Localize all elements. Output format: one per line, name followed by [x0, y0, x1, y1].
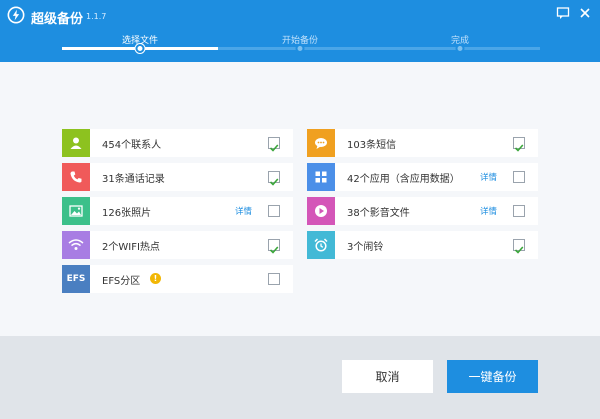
list-item-media[interactable]: 38个影音文件 详情	[307, 197, 538, 225]
one-click-backup-button[interactable]: 一键备份	[447, 360, 538, 393]
step-dot-select	[135, 44, 145, 53]
sms-icon	[307, 129, 335, 157]
cancel-button[interactable]: 取消	[342, 360, 433, 393]
item-label: 103条短信	[347, 140, 397, 151]
item-label: 3个闹铃	[347, 242, 384, 253]
item-label: 42个应用（含应用数据）	[347, 174, 460, 185]
details-link-apps[interactable]: 详情	[480, 171, 497, 183]
warning-icon[interactable]: !	[150, 273, 161, 284]
apps-icon	[307, 163, 335, 191]
media-icon	[307, 197, 335, 225]
list-item-alarm[interactable]: 3个闹铃	[307, 231, 538, 259]
app-logo-icon	[7, 6, 25, 24]
app-version: 1.1.7	[86, 12, 107, 21]
list-item-wifi[interactable]: 2个WIFI热点	[62, 231, 293, 259]
efs-icon: EFS	[62, 265, 90, 293]
details-link-photos[interactable]: 详情	[235, 205, 252, 217]
step-dot-start	[295, 44, 305, 53]
checkbox-efs[interactable]	[268, 273, 280, 285]
photo-icon	[62, 197, 90, 225]
details-link-media[interactable]: 详情	[480, 205, 497, 217]
list-item-apps[interactable]: 42个应用（含应用数据） 详情	[307, 163, 538, 191]
progress-track-remaining	[218, 47, 540, 50]
feedback-icon[interactable]	[556, 6, 570, 20]
list-item-photos[interactable]: 126张照片 详情	[62, 197, 293, 225]
checkbox-apps[interactable]	[513, 171, 525, 183]
checkbox-call-log[interactable]	[268, 171, 280, 186]
efs-icon-text: EFS	[66, 274, 86, 284]
checkbox-photos[interactable]	[268, 205, 280, 217]
list-item-sms[interactable]: 103条短信	[307, 129, 538, 157]
item-label: 38个影音文件	[347, 208, 410, 219]
list-item-call-log[interactable]: 31条通话记录	[62, 163, 293, 191]
item-label: 126张照片	[102, 208, 152, 219]
title-bar: 超级备份 1.1.7 选择文件 开始备份 完成	[0, 0, 600, 62]
checkbox-media[interactable]	[513, 205, 525, 217]
app-title: 超级备份	[31, 12, 84, 27]
close-icon[interactable]	[578, 6, 592, 20]
item-label: 2个WIFI热点	[102, 242, 160, 253]
footer-bar: 取消 一键备份	[0, 336, 600, 419]
wifi-icon	[62, 231, 90, 259]
alarm-icon	[307, 231, 335, 259]
item-label: EFS分区	[102, 276, 141, 287]
phone-icon	[62, 163, 90, 191]
checkbox-alarm[interactable]	[513, 239, 525, 254]
list-item-efs[interactable]: EFS EFS分区 !	[62, 265, 293, 293]
checkbox-sms[interactable]	[513, 137, 525, 152]
checkbox-contacts[interactable]	[268, 137, 280, 152]
item-label: 454个联系人	[102, 140, 162, 151]
list-item-contacts[interactable]: 454个联系人	[62, 129, 293, 157]
item-list: 454个联系人 31条通话记录 126张照片 详情 2个WIFI热点 EFS E…	[0, 62, 600, 336]
contacts-icon	[62, 129, 90, 157]
checkbox-wifi[interactable]	[268, 239, 280, 254]
step-dot-done	[455, 44, 465, 53]
item-label: 31条通话记录	[102, 174, 165, 185]
